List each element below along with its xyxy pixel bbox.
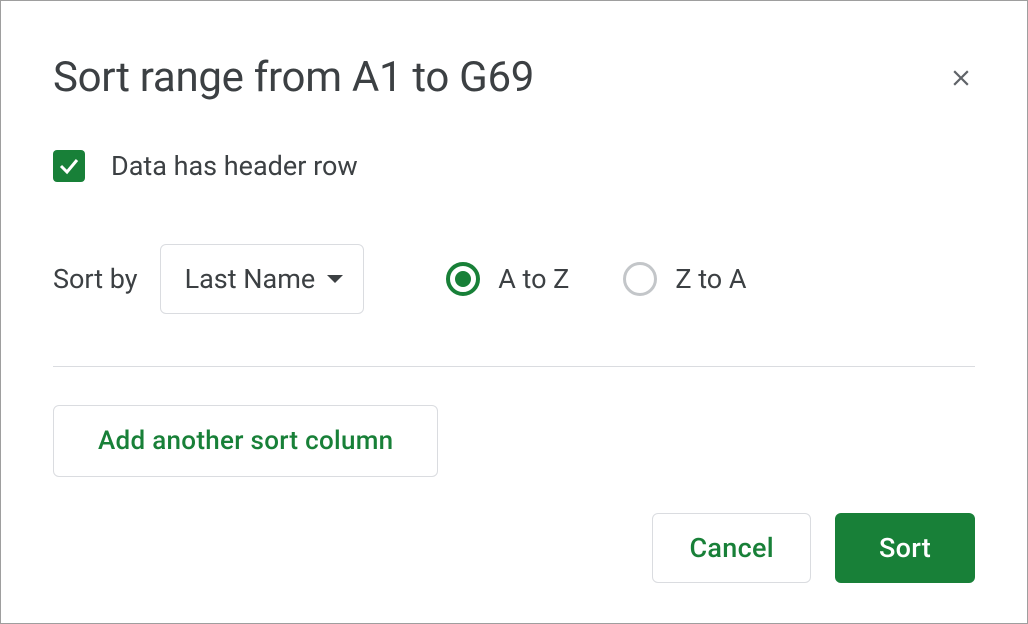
radio-icon-unselected xyxy=(623,262,657,296)
header-row-checkbox-label: Data has header row xyxy=(111,150,358,182)
radio-z-to-a[interactable]: Z to A xyxy=(623,262,746,296)
divider xyxy=(53,366,975,367)
add-sort-column-button[interactable]: Add another sort column xyxy=(53,405,438,477)
sort-button[interactable]: Sort xyxy=(835,513,975,583)
dialog-header: Sort range from A1 to G69 xyxy=(53,53,975,102)
dialog-footer: Cancel Sort xyxy=(53,513,975,583)
radio-a-to-z[interactable]: A to Z xyxy=(446,262,569,296)
sort-by-label: Sort by xyxy=(53,263,138,295)
radio-icon-selected xyxy=(446,262,480,296)
dialog-title: Sort range from A1 to G69 xyxy=(53,53,534,102)
checkmark-icon xyxy=(57,154,81,178)
radio-z-to-a-label: Z to A xyxy=(675,263,746,295)
sort-range-dialog: Sort range from A1 to G69 Data has heade… xyxy=(0,0,1028,624)
chevron-down-icon xyxy=(327,275,343,283)
header-row-checkbox-row: Data has header row xyxy=(53,150,975,182)
sort-by-dropdown[interactable]: Last Name xyxy=(160,244,365,314)
sort-direction-group: A to Z Z to A xyxy=(446,262,746,296)
close-icon xyxy=(948,65,974,91)
header-row-checkbox[interactable] xyxy=(53,150,85,182)
sort-criteria-row: Sort by Last Name A to Z Z to A xyxy=(53,244,975,314)
cancel-button[interactable]: Cancel xyxy=(652,513,810,583)
radio-a-to-z-label: A to Z xyxy=(498,263,569,295)
sort-by-value: Last Name xyxy=(185,263,316,295)
close-button[interactable] xyxy=(947,64,975,92)
